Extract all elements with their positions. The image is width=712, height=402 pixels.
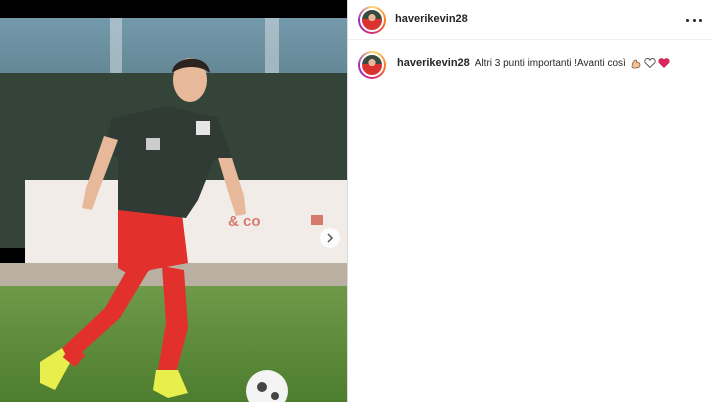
red-heart-icon [658,58,670,68]
post-photo-pane: & co [0,0,347,402]
more-horizontal-icon[interactable] [686,12,702,28]
instagram-post-view: & co haverikevin28 haverikevin28 Altri 3… [0,0,712,402]
post-sidebar: haverikevin28 haverikevin28 Altri 3 punt… [348,0,712,402]
svg-text:& co: & co [228,213,261,230]
header-username[interactable]: haverikevin28 [395,13,468,25]
white-heart-icon [644,58,656,69]
post-photo[interactable]: & co [0,18,347,402]
carousel-next-button[interactable] [320,228,340,248]
post-header: haverikevin28 [348,0,712,40]
header-avatar[interactable] [358,6,386,34]
photo-top-bar [0,0,347,18]
comment-username[interactable]: haverikevin28 [397,57,470,69]
comment-avatar[interactable] [358,51,386,79]
chevron-right-icon [327,233,334,243]
caption-emojis [630,57,670,69]
flexed-biceps-icon [631,59,641,69]
caption-text: Altri 3 punti importanti !Avanti così [474,57,626,69]
caption-text-row: haverikevin28 Altri 3 punti importanti !… [397,57,670,69]
